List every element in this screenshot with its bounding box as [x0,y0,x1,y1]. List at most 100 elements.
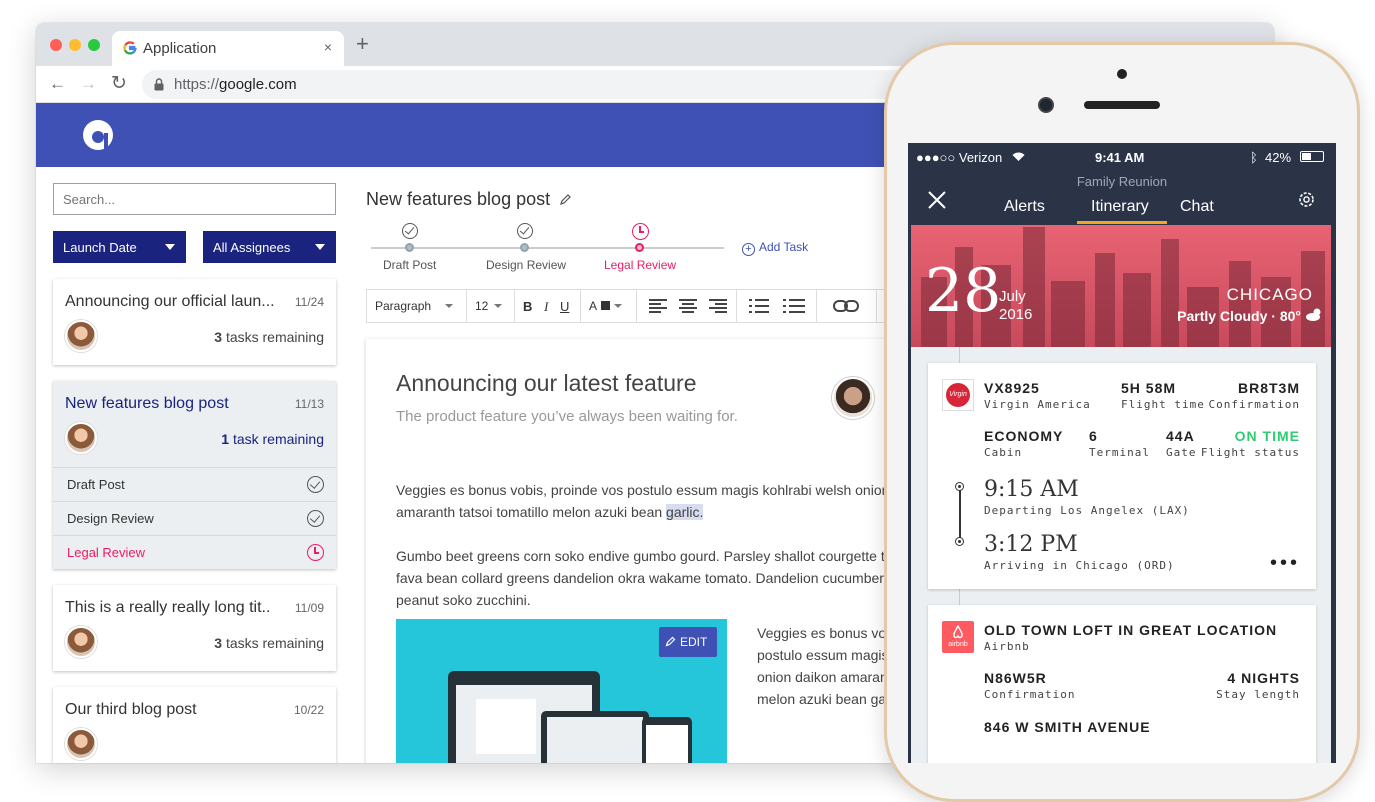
clock-icon [632,223,649,240]
phone-camera [1117,69,1127,79]
article-image[interactable]: EDIT [396,619,727,763]
tab-chat[interactable]: Chat [1180,198,1214,216]
edit-image-button[interactable]: EDIT [659,627,717,657]
post-date: 11/09 [294,601,324,615]
article-heading[interactable]: Announcing our latest feature [396,370,696,397]
post-card[interactable]: Announcing our official laun... 11/24 3 … [53,279,336,365]
text-style-group: B I U [515,290,581,322]
bold-button[interactable]: B [523,299,532,314]
gear-icon[interactable] [1296,189,1317,210]
maximize-window-button[interactable] [88,39,100,51]
assignees-dropdown[interactable]: All Assignees [203,231,336,263]
paragraph-1[interactable]: Veggies es bonus vobis, proinde vos post… [396,479,896,523]
step-node-legal[interactable] [635,243,644,252]
active-tab-indicator [1077,221,1167,224]
post-card[interactable]: This is a really really long tit.. 11/09… [53,585,336,671]
italic-button[interactable]: I [544,299,548,314]
flight-card[interactable]: Virgin VX8925 Virgin America 5H 58M Flig… [928,363,1316,589]
step-label-draft: Draft Post [383,258,437,272]
stay-confirmation-label: Confirmation [984,688,1076,701]
launch-date-dropdown[interactable]: Launch Date [53,231,186,263]
tasks-remaining: 3 tasks remaining [214,329,324,345]
align-center-icon[interactable] [679,299,697,313]
terminal-label: Terminal [1089,446,1150,459]
pencil-icon[interactable] [559,193,572,206]
subtask-label: Draft Post [67,477,125,492]
subtask-label: Design Review [67,511,154,526]
bullet-list-icon[interactable] [783,299,805,313]
selected-text[interactable]: garlic. [666,504,704,520]
list-group [737,290,817,322]
plus-icon: + [742,243,755,256]
subtask-label: Legal Review [67,545,146,560]
tab-close-icon[interactable]: × [324,39,332,55]
step-label-legal: Legal Review [604,258,677,272]
status-bar: ●●●○○ Verizon 9:41 AM ᛒ 42% [908,143,1336,171]
tab-alerts[interactable]: Alerts [1004,198,1045,216]
destination-banner: 28 July 2016 CHICAGO Partly Cloudy · 80° [911,225,1331,347]
stay-confirmation: N86W5R [984,670,1047,686]
numbered-list-icon[interactable] [749,299,769,313]
image-side-text[interactable]: Veggies es bonus vobis postulo essum mag… [757,622,897,710]
flight-status-label: Flight status [1200,446,1300,459]
itinerary-list: Virgin VX8925 Virgin America 5H 58M Flig… [911,347,1331,763]
block-format-select[interactable]: Paragraph [367,290,467,322]
post-card[interactable]: Our third blog post 10/22 [53,687,336,763]
minimize-window-button[interactable] [69,39,81,51]
link-button[interactable] [817,290,877,322]
editor-canvas[interactable]: Announcing our latest feature The produc… [366,339,939,763]
article-subheading[interactable]: The product feature you’ve always been w… [396,408,738,425]
chevron-down-icon [165,244,175,250]
clock-label: 9:41 AM [1095,150,1145,165]
check-circle-icon [307,510,324,527]
post-date: 10/22 [293,703,324,717]
underline-button[interactable]: U [560,299,569,314]
flight-number: VX8925 [984,380,1040,396]
stay-name: OLD TOWN LOFT IN GREAT LOCATION [984,622,1278,638]
check-circle-icon [517,223,533,239]
cabin-label: Cabin [984,446,1023,459]
step-node-draft[interactable] [405,243,414,252]
destination-city: CHICAGO [1226,285,1313,304]
text-color-button[interactable]: A [581,290,637,322]
browser-tab[interactable]: Application × [112,31,344,66]
arrival-node [956,538,963,545]
tab-itinerary[interactable]: Itinerary [1091,198,1149,216]
post-title: This is a really really long tit.. [65,599,271,616]
workflow-track [371,247,724,249]
bluetooth-icon: ᛒ [1250,150,1258,165]
step-node-design[interactable] [520,243,529,252]
more-options-icon[interactable]: ••• [1270,553,1300,573]
subtask-legal-review[interactable]: Legal Review [53,535,336,569]
lock-icon [154,78,164,91]
chevron-down-icon [494,304,503,308]
align-left-icon[interactable] [649,299,667,313]
page-title: New features blog post [366,189,572,210]
post-date: 11/24 [294,295,324,309]
flight-confirmation: BR8T3M [1237,380,1300,396]
google-icon [123,41,137,55]
gate-label: Gate [1166,446,1197,459]
post-card-selected[interactable]: New features blog post 11/13 1 task rema… [53,381,336,569]
reload-icon[interactable]: ↻ [111,72,127,95]
weather-label: Partly Cloudy · 80° [1177,308,1301,324]
app-logo-icon[interactable] [82,119,114,151]
stay-length-label: Stay length [1216,688,1300,701]
align-right-icon[interactable] [709,299,727,313]
close-window-button[interactable] [50,39,62,51]
back-icon[interactable]: ← [49,74,66,94]
add-task-button[interactable]: + Add Task [742,240,808,256]
arrival-place: Arriving in Chicago (ORD) [984,559,1175,572]
subtask-design-review[interactable]: Design Review [53,501,336,535]
forward-icon[interactable]: → [80,74,97,94]
font-size-select[interactable]: 12 [467,290,515,322]
close-icon[interactable] [927,190,947,210]
stay-card[interactable]: airbnb OLD TOWN LOFT IN GREAT LOCATION A… [928,605,1316,763]
subtask-draft-post[interactable]: Draft Post [53,467,336,501]
avatar [65,626,97,658]
url-text: https://google.com [174,76,297,93]
paragraph-2[interactable]: Gumbo beet greens corn soko endive gumbo… [396,545,939,611]
new-tab-icon[interactable]: + [356,33,369,55]
search-input[interactable] [53,183,336,215]
partly-cloudy-icon [1306,308,1321,321]
